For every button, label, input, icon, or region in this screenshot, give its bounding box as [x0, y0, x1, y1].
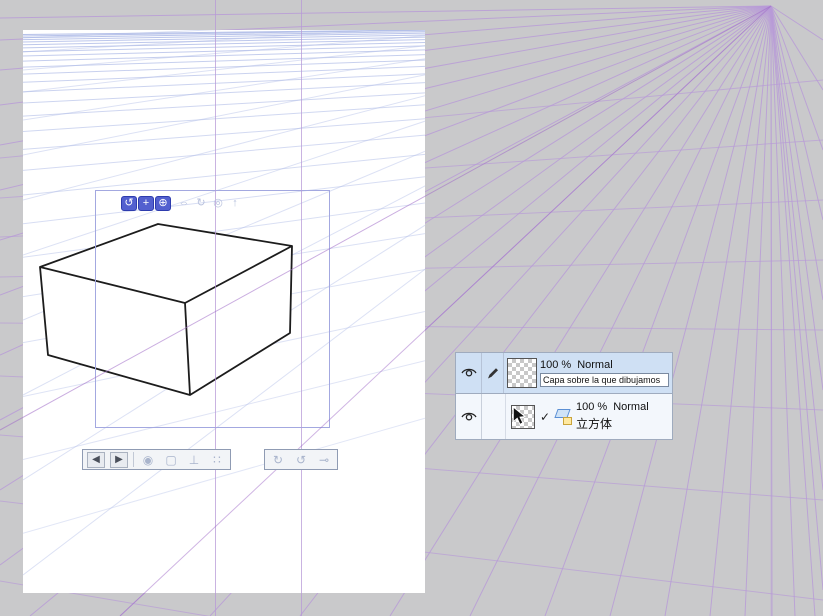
layer-row-cube[interactable]: ✓ 100 % Normal 立方体: [455, 394, 673, 440]
eye-icon: [460, 368, 477, 377]
object-scale-icon[interactable]: ◎: [210, 196, 226, 211]
tool-column-spacer: [482, 394, 506, 439]
layer-mode-line: 100 % Normal: [540, 359, 669, 371]
camera-move-icon[interactable]: +: [138, 196, 154, 211]
fit-view-icon[interactable]: ▢: [162, 452, 180, 468]
pin-light-icon[interactable]: ⊸: [315, 452, 333, 468]
eye-icon: [460, 412, 477, 420]
selection-bounds[interactable]: [95, 190, 330, 428]
toolbar-separator: [133, 452, 134, 467]
layer-opacity: 100 %: [540, 359, 572, 371]
layer-name-field[interactable]: Capa sobre la que dibujamos: [540, 373, 669, 387]
layer-info: 100 % Normal 立方体: [576, 401, 672, 432]
spin-reset-icon[interactable]: ∷: [208, 452, 226, 468]
layer-info: 100 % Normal Capa sobre la que dibujamos: [540, 359, 672, 387]
pen-icon: [487, 368, 498, 379]
object-manipulation-toolbar: ↺ + ⊕ ⇔ ↻ ◎ ↑: [121, 196, 244, 211]
layer-blend-mode: Normal: [577, 359, 613, 371]
visibility-toggle[interactable]: [456, 394, 482, 439]
layer-row-drawing[interactable]: 100 % Normal Capa sobre la que dibujamos: [455, 352, 673, 394]
object-rotate-icon[interactable]: ↻: [193, 196, 209, 211]
layer-blend-mode: Normal: [613, 401, 649, 413]
camera-orbit-icon[interactable]: ◉: [139, 452, 157, 468]
object-cursor-icon: [512, 405, 527, 425]
layer-thumbnail[interactable]: [508, 402, 538, 432]
model-nav-toolbar: ◀ ▶ ◉ ▢ ⊥ ∷: [82, 449, 231, 470]
camera-zoom-icon[interactable]: ⊕: [155, 196, 171, 211]
layer-thumbnail[interactable]: [507, 358, 537, 388]
prev-button[interactable]: ◀: [87, 451, 105, 468]
perspective-ruler-icon[interactable]: [552, 408, 574, 425]
model-rotate-toolbar: ↻ ↺ ⊸: [264, 449, 338, 470]
drawing-canvas[interactable]: [23, 30, 425, 593]
object-lift-icon[interactable]: ↑: [227, 196, 243, 211]
app-window: ↺ + ⊕ ⇔ ↻ ◎ ↑ ◀ ▶ ◉ ▢ ⊥ ∷ ↻ ↺ ⊸ 100 % No…: [0, 0, 823, 616]
rotate-model-icon[interactable]: ↻: [269, 452, 287, 468]
camera-rotate-icon[interactable]: ↺: [121, 196, 137, 211]
layers-panel: 100 % Normal Capa sobre la que dibujamos: [455, 352, 673, 440]
layer-mode-line: 100 % Normal: [576, 401, 669, 413]
layer-opacity: 100 %: [576, 401, 608, 413]
object-move-icon[interactable]: ⇔: [176, 196, 192, 211]
layer-name: 立方体: [576, 417, 613, 431]
ground-level-icon[interactable]: ⊥: [185, 452, 203, 468]
roll-model-icon[interactable]: ↺: [292, 452, 310, 468]
snap-check-icon[interactable]: ✓: [538, 410, 552, 424]
next-button[interactable]: ▶: [110, 451, 128, 468]
visibility-toggle[interactable]: [456, 353, 482, 393]
active-layer-indicator: [482, 353, 504, 393]
ruler-page: [563, 417, 572, 425]
